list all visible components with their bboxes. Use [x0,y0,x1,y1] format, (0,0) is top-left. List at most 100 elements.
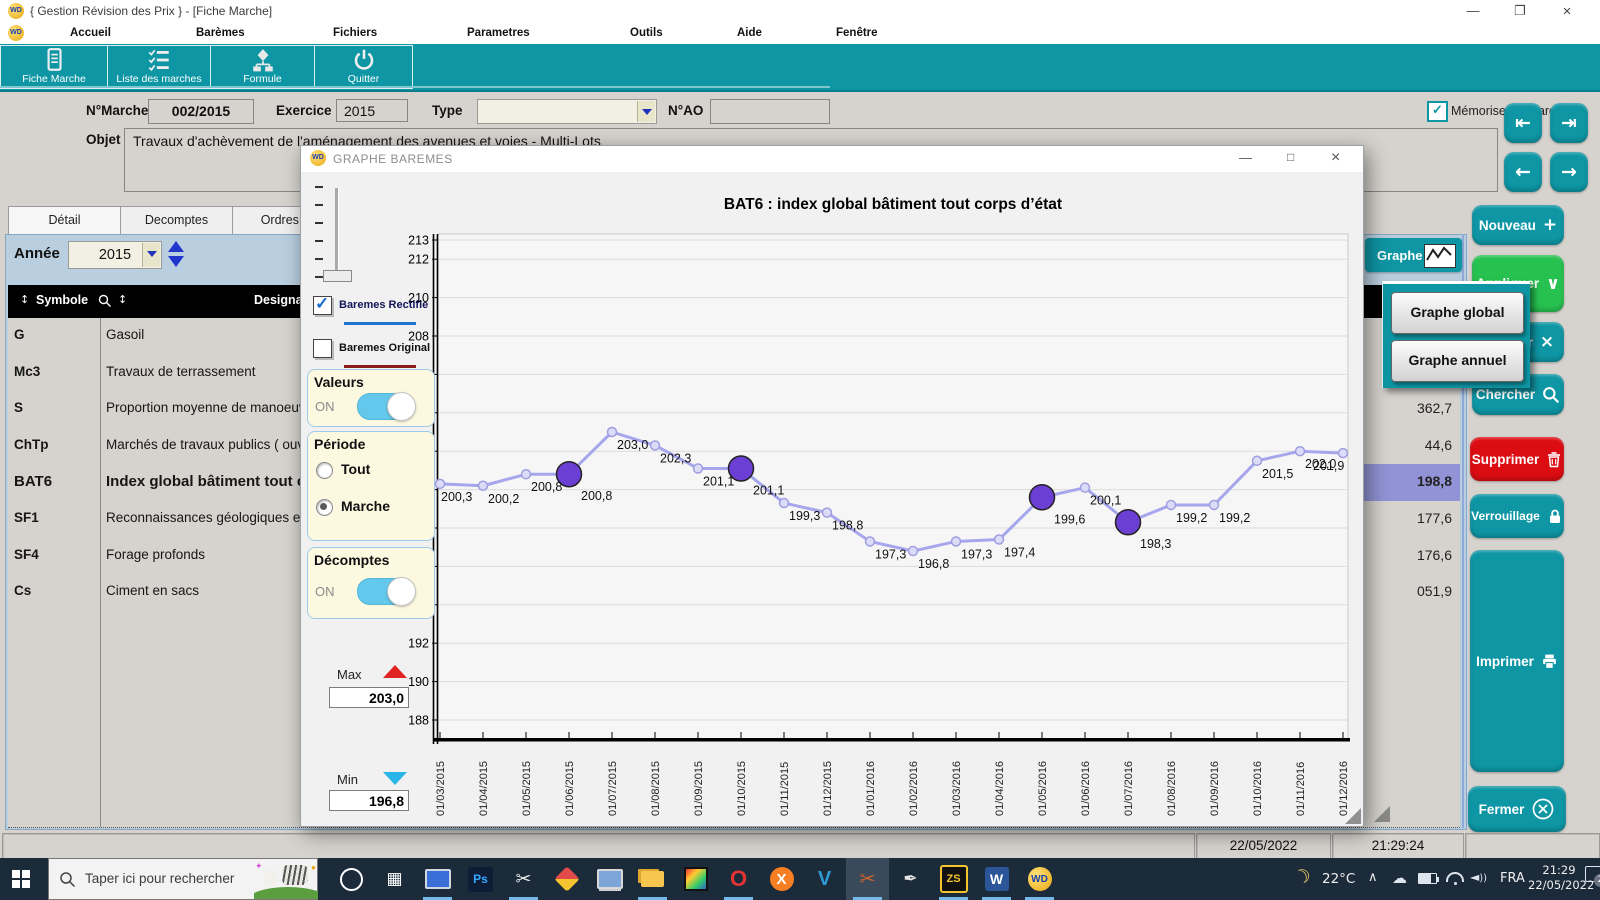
next-button[interactable]: → [1550,152,1588,192]
tray-cloud-icon[interactable]: ☁ [1392,869,1407,887]
taskbar-draw-app-icon[interactable] [545,858,588,900]
max-field[interactable]: 203,0 [329,687,409,708]
tray-language[interactable]: FRA [1500,871,1525,886]
min-field[interactable]: 196,8 [329,790,409,811]
cell-value[interactable]: 051,9 [1362,574,1460,611]
arrow-bar-right-icon: ⇥ [1561,112,1577,134]
decomptes-toggle[interactable] [357,578,415,605]
tray-wifi-icon[interactable] [1446,868,1464,885]
taskbar-search[interactable]: Taper ici pour rechercher ✦ ● [48,858,318,900]
chevron-down-icon[interactable] [637,101,655,122]
prev-button[interactable]: ← [1504,152,1542,192]
min-arrow-icon[interactable] [383,772,407,785]
taskbar-photo-viewer-icon[interactable] [674,858,717,900]
last-button[interactable]: ⇥ [1550,103,1588,143]
minimize-button[interactable]: — [1458,3,1488,18]
tray-temperature[interactable]: 22°C [1322,871,1355,887]
tab-decomptes[interactable]: Decomptes [120,206,233,236]
taskbar-xampp-icon[interactable]: X [760,858,803,900]
tray-clock[interactable]: 21:2922/05/2022 [1528,863,1590,893]
type-dropdown[interactable] [477,99,657,124]
cell-value[interactable]: 198,8 [1362,464,1460,501]
decomptes-title: Décomptes [314,552,389,568]
taskbar-cortana-icon[interactable] [330,858,373,900]
periode-radio-tout[interactable] [316,462,333,479]
slider-tick [315,276,323,278]
cell-designation: Proportion moyenne de manoeuvres [106,400,324,415]
tray-battery-icon[interactable] [1418,873,1439,888]
toolbar-liste-marches-button[interactable]: Liste des marches [107,45,211,89]
fermer-button[interactable]: Fermer [1468,786,1566,832]
menu-item-fichiers[interactable]: Fichiers [333,27,377,39]
svg-text:201,1: 201,1 [703,474,734,488]
close-button[interactable]: × [1552,3,1582,20]
nouveau-label: Nouveau [1479,218,1536,233]
toolbar-fiche-marche-button[interactable]: Fiche Marche [0,45,108,89]
popup-item-graphe-global[interactable]: Graphe global [1391,292,1524,334]
menu-item-bar-mes[interactable]: Barèmes [196,27,245,39]
annee-dropdown[interactable]: 2015 [68,241,162,269]
search-highlights-image[interactable]: ✦ ● [254,859,318,899]
valeurs-toggle[interactable] [357,393,415,420]
taskbar-windev-icon[interactable]: WD [1018,858,1061,900]
annee-spin-up-icon[interactable] [168,241,184,252]
taskbar-task-view-icon[interactable]: ▦ [373,858,416,900]
taskbar-remote-desktop-icon[interactable] [588,858,631,900]
baremes-original-checkbox[interactable] [313,339,332,358]
svg-text:01/07/2016: 01/07/2016 [1123,761,1135,816]
nouveau-button[interactable]: Nouveau+ [1472,205,1564,245]
tray-speaker-icon[interactable]: ◄)) [1470,870,1487,884]
graphe-button[interactable]: Graphe [1365,238,1462,272]
annee-spin-down-icon[interactable] [168,256,184,267]
tray-notifications-icon[interactable]: 2 [1585,866,1600,886]
svg-text:01/12/2015: 01/12/2015 [822,761,834,816]
svg-text:200,8: 200,8 [531,480,562,494]
taskbar-quill-pen-icon[interactable]: ✒ [889,858,932,900]
restore-button[interactable]: ❐ [1505,3,1535,19]
cell-value[interactable]: 176,6 [1362,538,1460,575]
dialog-resize-grip[interactable] [1345,808,1361,824]
chevron-down-icon: ∨ [1546,274,1560,294]
chevron-down-icon[interactable] [142,243,160,267]
verrouillage-label: Verrouillage [1471,509,1540,523]
periode-radio-marche[interactable] [316,499,333,516]
resize-grip[interactable] [1374,806,1390,822]
tab-d-tail[interactable]: Détail [8,206,121,236]
cell-value[interactable]: 177,6 [1362,501,1460,538]
menu-item-parametres[interactable]: Parametres [467,27,530,39]
n-marche-field[interactable]: 002/2015 [148,99,254,124]
baremes-rectifie-checkbox[interactable] [313,296,332,315]
verrouillage-button[interactable]: Verrouillage [1470,494,1564,538]
taskbar-zs-app-icon[interactable]: ZS [932,858,975,900]
menu-item-outils[interactable]: Outils [630,27,663,39]
n-ao-field[interactable] [710,99,830,124]
max-arrow-icon[interactable] [383,665,407,678]
taskbar-scissors-active-icon[interactable]: ✂ [846,858,889,900]
taskbar-snipping-tool-icon[interactable]: ✂ [502,858,545,900]
cell-value[interactable]: 44,6 [1362,428,1460,465]
taskbar-file-explorer-icon[interactable] [631,858,674,900]
toolbar-quitter-button[interactable]: Quitter [314,45,413,89]
supprimer-button[interactable]: Supprimer [1470,437,1564,481]
taskbar-word-icon[interactable]: W [975,858,1018,900]
taskbar-monitor-icon[interactable] [416,858,459,900]
taskbar-photoshop-icon[interactable]: Ps [459,858,502,900]
zoom-slider-thumb[interactable] [323,270,352,282]
periode-title: Période [314,436,365,452]
taskbar-vscode-icon[interactable]: V [803,858,846,900]
start-button[interactable] [12,870,30,888]
imprimer-button[interactable]: Imprimer [1470,550,1564,772]
menu-item-aide[interactable]: Aide [737,27,762,39]
tray-chevron-up-icon[interactable]: ∧ [1368,870,1378,885]
exercice-field[interactable]: 2015 [336,99,408,122]
popup-item-graphe-annuel[interactable]: Graphe annuel [1391,340,1524,382]
cell-value[interactable]: 362,7 [1362,391,1460,428]
search-icon [98,294,112,308]
menu-item-accueil[interactable]: Accueil [70,27,111,39]
memoriser-checkbox[interactable]: ✓ [1427,101,1448,122]
menu-item-fen-tre[interactable]: Fenêtre [836,27,878,39]
taskbar-opera-icon[interactable]: O [717,858,760,900]
first-button[interactable]: ⇤ [1504,103,1542,143]
toolbar-formule-button[interactable]: Formule [210,45,315,89]
zoom-slider-track[interactable] [335,188,339,276]
